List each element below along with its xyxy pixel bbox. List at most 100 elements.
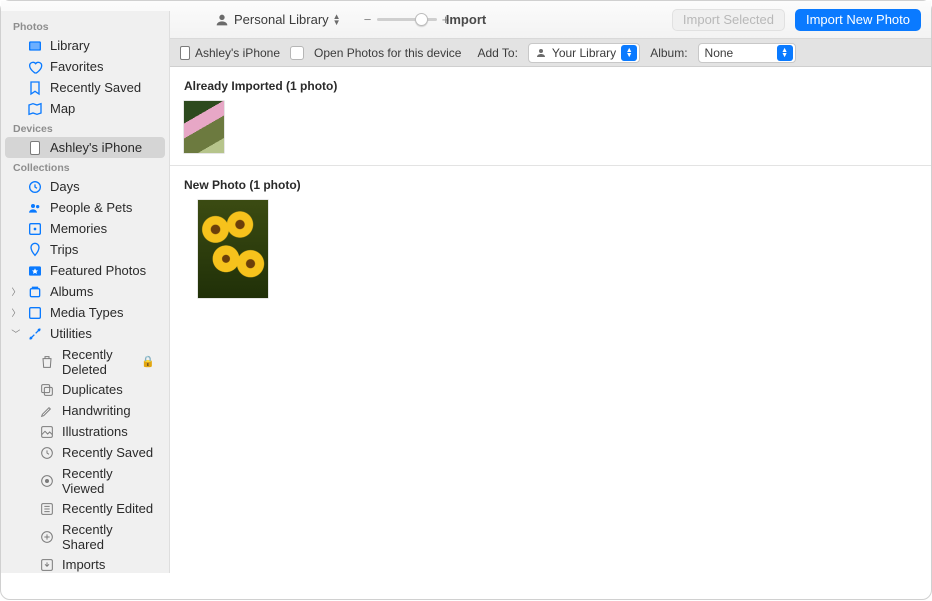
eye-icon [39,473,55,489]
chevron-right-icon[interactable]: 〉 [11,285,21,298]
sidebar-item-label: Illustrations [62,424,128,439]
sidebar-item-label: People & Pets [50,200,132,215]
zoom-slider-track[interactable] [377,18,437,21]
add-to-label: Add To: [477,46,517,60]
pencil-icon [39,403,55,419]
person-icon [214,12,230,28]
sidebar-item-label: Imports [62,557,105,572]
library-selector-label: Personal Library [234,12,329,27]
sidebar-section-photos: Photos [1,17,169,35]
import-new-photo-button[interactable]: Import New Photo [795,9,921,31]
sidebar-item-recently-shared[interactable]: Recently Shared [5,519,165,554]
sidebar-item-imports[interactable]: Imports [5,554,165,573]
sidebar-item-device-iphone[interactable]: Ashley's iPhone [5,137,165,158]
chevron-down-icon[interactable]: 〉 [10,329,23,339]
sidebar-item-recently-edited[interactable]: Recently Edited [5,498,165,519]
device-indicator: Ashley's iPhone [180,46,280,60]
open-photos-checkbox[interactable] [290,46,304,60]
chevron-updown-icon: ▲▼ [621,45,637,61]
chevron-updown-icon: ▲▼ [777,45,793,61]
sidebar-item-label: Days [50,179,80,194]
heart-icon [27,59,43,75]
import-selected-button: Import Selected [672,9,785,31]
sidebar-item-label: Albums [50,284,93,299]
chevron-updown-icon: ▲▼ [333,14,341,26]
map-icon [27,101,43,117]
sidebar-item-library[interactable]: Library [5,35,165,56]
sidebar-item-label: Recently Saved [62,445,153,460]
sidebar-item-label: Utilities [50,326,92,341]
sliders-icon [39,501,55,517]
person-icon [535,47,547,59]
pin-icon [27,242,43,258]
thumbnail-zoom-slider[interactable]: − + [363,12,451,27]
new-photo-header: New Photo (1 photo) [170,166,931,200]
import-content: Already Imported (1 photo) New Photo (1 … [170,67,931,601]
people-icon [27,200,43,216]
sidebar-item-recently-saved[interactable]: Recently Saved [5,77,165,98]
sidebar-item-label: Recently Edited [62,501,153,516]
sidebar-item-duplicates[interactable]: Duplicates [5,379,165,400]
sidebar-item-map[interactable]: Map [5,98,165,119]
calendar-icon [27,179,43,195]
sidebar-item-handwriting[interactable]: Handwriting [5,400,165,421]
illustrations-icon [39,424,55,440]
import-toolbar: Ashley's iPhone Open Photos for this dev… [170,39,931,67]
sidebar-item-label: Map [50,101,75,116]
download-icon [39,557,55,573]
add-to-select[interactable]: Your Library ▲▼ [528,43,640,63]
album-select[interactable]: None ▲▼ [698,43,796,63]
sidebar-item-label: Favorites [50,59,103,74]
sidebar-item-label: Ashley's iPhone [50,140,142,155]
zoom-out-icon: − [363,12,373,27]
sidebar-item-people-pets[interactable]: People & Pets [5,197,165,218]
clock-icon [39,445,55,461]
sidebar-item-recently-deleted[interactable]: Recently Deleted 🔒 [5,344,165,379]
sidebar-item-utilities[interactable]: 〉 Utilities [5,323,165,344]
sidebar-item-label: Trips [50,242,78,257]
sidebar-item-media-types[interactable]: 〉 Media Types [5,302,165,323]
open-photos-label: Open Photos for this device [314,46,461,60]
memories-icon [27,221,43,237]
sidebar-section-collections: Collections [1,158,169,176]
share-icon [39,529,55,545]
photo-thumbnail[interactable] [198,200,268,298]
sidebar-item-label: Memories [50,221,107,236]
sidebar-item-memories[interactable]: Memories [5,218,165,239]
sidebar-item-trips[interactable]: Trips [5,239,165,260]
sidebar: Photos Library Favorites Recently Saved … [1,11,170,573]
sidebar-item-recently-viewed[interactable]: Recently Viewed [5,463,165,498]
wrench-icon [27,326,43,342]
library-icon [27,38,43,54]
sidebar-item-recently-saved-2[interactable]: Recently Saved [5,442,165,463]
sidebar-item-days[interactable]: Days [5,176,165,197]
sidebar-item-label: Recently Viewed [62,466,155,496]
device-name-label: Ashley's iPhone [195,46,280,60]
sidebar-item-albums[interactable]: 〉 Albums [5,281,165,302]
import-selected-label: Import Selected [683,12,774,27]
sidebar-item-label: Recently Saved [50,80,141,95]
album-label: Album: [650,46,687,60]
photo-thumbnail[interactable] [184,101,224,153]
sidebar-item-illustrations[interactable]: Illustrations [5,421,165,442]
new-photo-row [170,200,931,310]
media-types-icon [27,305,43,321]
albums-icon [27,284,43,300]
import-new-photo-label: Import New Photo [806,12,910,27]
sidebar-item-label: Recently Shared [62,522,155,552]
sidebar-item-label: Library [50,38,90,53]
trash-icon [39,354,55,370]
duplicates-icon [39,382,55,398]
chevron-right-icon[interactable]: 〉 [11,306,21,319]
sidebar-item-label: Duplicates [62,382,123,397]
sidebar-item-favorites[interactable]: Favorites [5,56,165,77]
sidebar-section-devices: Devices [1,119,169,137]
sidebar-item-label: Recently Deleted [62,347,134,377]
album-value: None [705,46,772,60]
sidebar-item-featured-photos[interactable]: Featured Photos [5,260,165,281]
main-area: Photos Library Favorites Recently Saved … [1,39,931,601]
library-selector[interactable]: Personal Library ▲▼ [210,10,345,30]
zoom-slider-thumb[interactable] [415,13,428,26]
zoom-in-icon: + [441,12,451,27]
bookmark-icon [27,80,43,96]
